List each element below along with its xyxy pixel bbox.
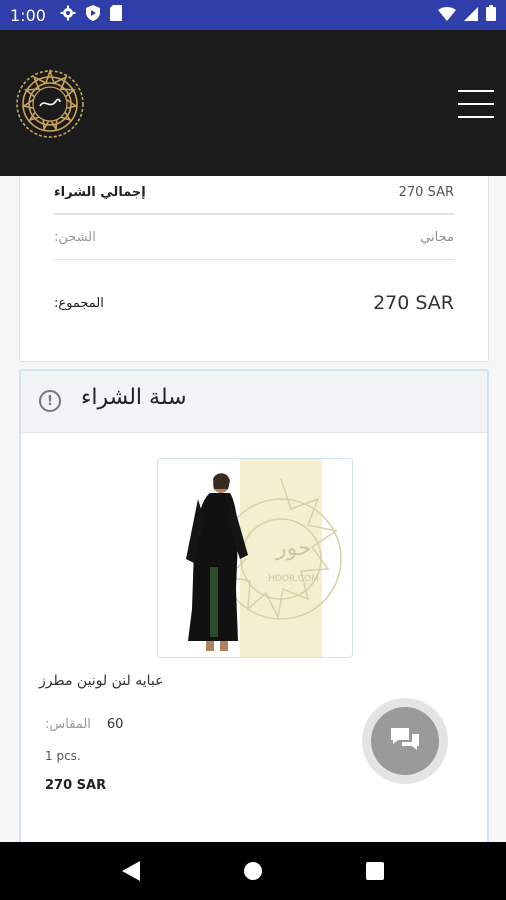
shield-icon <box>85 5 100 25</box>
signal-icon <box>464 6 478 25</box>
cart-title: سلة الشراء <box>81 385 187 410</box>
recents-icon[interactable] <box>355 851 395 891</box>
divider <box>54 259 454 260</box>
product-quantity: 1 pcs. <box>45 749 81 763</box>
gear-icon <box>60 5 76 25</box>
purchase-total-row: إجمالي الشراء 270 SAR <box>54 177 454 207</box>
grand-total-value: 270 SAR <box>373 292 454 314</box>
divider <box>54 213 454 215</box>
status-left: 1:00 <box>10 5 122 25</box>
size-value: 60 <box>106 717 124 732</box>
purchase-total-value: 270 SAR <box>398 184 454 200</box>
product-name[interactable]: عبايه لنن لونين مطرز <box>39 673 164 689</box>
system-nav-bar <box>0 842 506 900</box>
cart-header[interactable]: ! سلة الشراء <box>21 371 487 433</box>
hamburger-menu-icon[interactable] <box>458 90 494 118</box>
status-right <box>438 5 496 25</box>
svg-text:حور: حور <box>275 536 312 561</box>
chat-button-ring <box>362 698 448 784</box>
product-image[interactable]: حور HOOR.COM <box>157 458 353 658</box>
chat-bubbles-icon <box>389 726 421 756</box>
shipping-value: مجاني <box>420 229 454 245</box>
home-icon[interactable] <box>233 851 273 891</box>
purchase-total-label: إجمالي الشراء <box>54 184 146 200</box>
sd-card-icon <box>109 5 122 25</box>
status-time: 1:00 <box>10 5 46 25</box>
menu-line <box>458 116 494 118</box>
menu-line <box>458 90 494 92</box>
grand-total-row: :المجموع 270 SAR <box>54 289 454 317</box>
product-size-row: :المقاس 60 <box>45 717 123 732</box>
shipping-label: :الشحن <box>54 229 96 245</box>
app-header <box>0 30 506 176</box>
grand-total-label: :المجموع <box>54 295 104 311</box>
battery-icon <box>486 5 496 25</box>
svg-text:HOOR.COM: HOOR.COM <box>268 574 319 584</box>
wifi-icon <box>438 6 456 25</box>
order-summary-card: إجمالي الشراء 270 SAR :الشحن مجاني :المج… <box>19 176 489 362</box>
menu-line <box>458 103 494 105</box>
brand-logo[interactable] <box>14 68 86 140</box>
product-price: 270 SAR <box>45 778 107 793</box>
back-icon[interactable] <box>111 851 151 891</box>
info-icon[interactable]: ! <box>39 390 61 412</box>
shipping-row: :الشحن مجاني <box>54 225 454 249</box>
chat-button[interactable] <box>371 707 439 775</box>
status-bar: 1:00 <box>0 0 506 30</box>
size-label: :المقاس <box>45 717 91 732</box>
